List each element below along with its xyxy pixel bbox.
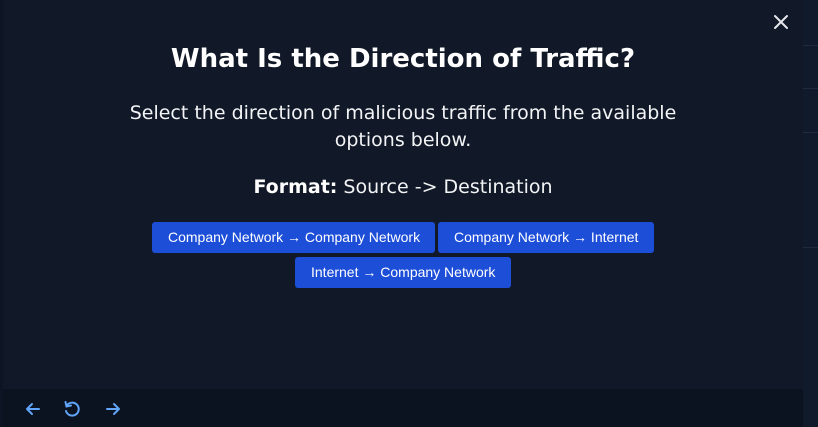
modal-subtitle: Select the direction of malicious traffi…: [129, 102, 677, 151]
navigation-bar: [3, 389, 803, 427]
reload-icon: [64, 401, 80, 417]
format-value: Source -> Destination: [337, 176, 553, 198]
arrow-right-icon: [106, 403, 120, 415]
reload-button[interactable]: [61, 398, 83, 420]
format-hint: Format: Source -> Destination: [3, 176, 803, 198]
back-button[interactable]: [22, 398, 44, 420]
modal-title: What Is the Direction of Traffic?: [170, 44, 636, 74]
option-company-to-internet-button[interactable]: Company Network → Internet: [438, 222, 654, 253]
format-label: Format:: [253, 176, 338, 198]
option-company-to-company-button[interactable]: Company Network → Company Network: [152, 222, 435, 253]
background-divider: [803, 247, 818, 248]
close-button[interactable]: [769, 10, 793, 34]
arrow-left-icon: [26, 403, 40, 415]
background-page-edge: [803, 0, 818, 427]
background-divider: [803, 88, 818, 89]
forward-button[interactable]: [102, 398, 124, 420]
option-internet-to-company-button[interactable]: Internet → Company Network: [295, 257, 511, 288]
background-divider: [803, 45, 818, 46]
traffic-direction-modal: What Is the Direction of Traffic? Select…: [3, 0, 803, 389]
close-icon: [774, 15, 788, 29]
background-divider: [803, 132, 818, 133]
